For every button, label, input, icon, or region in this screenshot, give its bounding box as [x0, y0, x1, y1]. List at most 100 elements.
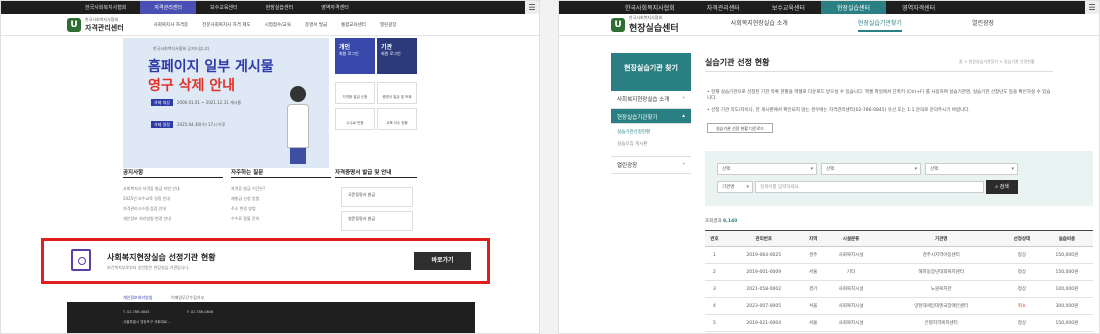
cert-link-korean[interactable]: 국문증명서 발급: [341, 187, 413, 207]
cert-link-english[interactable]: 영문증명서 발급: [341, 211, 413, 231]
top-tab[interactable]: 한국사회복지사협회: [71, 1, 140, 14]
list-item[interactable]: 개인정보 처리방침 변경 안내: [123, 216, 180, 226]
top-tab[interactable]: 보수교육센터: [196, 1, 252, 14]
nav-item[interactable]: 통합교육센터: [341, 22, 366, 28]
table-cell: 2019-064-0025: [723, 246, 804, 264]
list-item[interactable]: 사회복지사 자격증 발급 지연 안내: [123, 186, 180, 196]
main-nav: 사회복지현장실습 소개 현장실습기관찾기 열린광장: [731, 18, 1064, 32]
notice-heading[interactable]: 공지사항: [123, 168, 143, 176]
practicum-institution-banner[interactable]: 사회복지현장실습 선정기관 현황 보건복지부로부터 승인받은 현장실습 기관입니…: [41, 238, 490, 284]
go-button[interactable]: 바로가기: [414, 252, 471, 270]
table-cell: 사회복지시설: [822, 314, 880, 332]
quick-link[interactable]: 수수료 반환: [335, 108, 375, 130]
notice-list: 사회복지사 자격증 발급 지연 안내 2025년 보수교육 일정 안내 자격관리시스…: [123, 186, 180, 226]
breadcrumb[interactable]: 홈 > 현장실습기관찾기 > 실습기관 선정현황: [959, 59, 1035, 65]
side-nav-sub-status[interactable]: 실습기관선정현황: [611, 124, 691, 138]
institution-icon: [71, 249, 91, 271]
quick-link[interactable]: 교육 이수 현황: [377, 108, 417, 130]
top-tab[interactable]: 영역자격센터: [307, 1, 363, 14]
logo-name: 현장실습센터: [629, 24, 679, 34]
table-cell: 정상: [1002, 280, 1041, 298]
table-cell: 해피동장년대외복지센터: [879, 263, 1003, 281]
search-button[interactable]: ⌕ 검색: [986, 180, 1018, 194]
list-item[interactable]: 2025년 보수교육 일정 안내: [123, 196, 180, 206]
list-item[interactable]: 자격관리시스템 점검 안내: [123, 206, 180, 216]
banner-title: 홈페이지 일부 게시물: [148, 59, 274, 75]
table-cell: 기타: [822, 263, 880, 281]
chevron-down-icon: ▴: [682, 113, 685, 119]
chevron-right-icon: ›: [682, 161, 685, 167]
keyword-type-select[interactable]: 기관명: [717, 181, 753, 193]
table-cell: 3: [705, 280, 724, 298]
logo-name: 자격관리센터: [85, 23, 124, 32]
nav-item[interactable]: 시험접수/교육: [265, 22, 291, 28]
list-item[interactable]: 주소 변경 방법: [231, 206, 265, 216]
table-cell: 서울: [803, 263, 823, 281]
download-button[interactable]: 실습기관 선정 현황 다운로드: [707, 123, 773, 133]
table-cell: 2: [705, 263, 724, 281]
result-count: 조회결과 8,140: [705, 219, 738, 224]
main-nav: 사회복지사 자격증 전문사회복지사 자격 제도 시험접수/교육 증명서 발급 통합교육센…: [154, 22, 411, 28]
table-cell: 노원복지관: [879, 280, 1003, 298]
divider: [123, 177, 223, 178]
side-nav: 현장실습기관 찾기 사회복지현장실습 소개 › 현장실습기관찾기 ▴ 실습기관선정현…: [611, 53, 691, 174]
column-header: 실습비용: [1040, 230, 1093, 247]
nav-item[interactable]: 현장실습기관찾기: [857, 18, 902, 32]
table-cell: 서울: [803, 314, 823, 332]
table-cell: 경주: [803, 246, 823, 264]
status-select[interactable]: 선택: [925, 163, 1018, 175]
side-nav-item-find[interactable]: 현장실습기관찾기 ▴: [611, 109, 691, 124]
nav-item[interactable]: 전문사회복지사 자격 제도: [202, 22, 250, 28]
table-row[interactable]: 3 2021-058-0002 경기 사회복지시설 노원복지관 정상 100,000원: [705, 280, 1093, 298]
logo-icon: U: [611, 17, 625, 32]
site-logo[interactable]: U 한국사회복지사협회 현장실습센터: [611, 15, 679, 34]
footer-address: 서울특별시 영등포구 국회대로 ...: [123, 320, 172, 324]
nav-item[interactable]: 사회복지현장실습 소개: [731, 18, 788, 32]
site-header: U 한국사회복지사협회 현장실습센터 사회복지현장실습 소개 현장실습기관찾기 열린…: [559, 14, 1099, 36]
quick-link[interactable]: 증명서 발급 및 조회: [377, 82, 417, 104]
list-item[interactable]: 수수료 환불 문의: [231, 216, 265, 226]
nav-item[interactable]: 열린광장: [972, 18, 994, 32]
top-tab[interactable]: 보수교육센터: [756, 1, 821, 14]
nav-item[interactable]: 열린광장: [380, 22, 397, 28]
top-tab[interactable]: 현장실습센터: [820, 1, 887, 14]
nav-item[interactable]: 증명서 발급: [305, 22, 327, 28]
faq-heading[interactable]: 자주하는 질문: [231, 168, 263, 176]
table-row[interactable]: 5 2019-021-0004 서울 사회복지시설 은평지역복지센터 정상 150,000원: [705, 314, 1093, 332]
logo-icon: U: [67, 17, 81, 32]
site-logo[interactable]: U 한국사회복지사협회 자격관리센터: [67, 17, 124, 33]
site-footer: T. 02-786-0845 F. 02-786-0846 서울특별시 영등포구…: [67, 302, 475, 333]
personal-login-card[interactable]: 개인 회원 로그인: [335, 38, 375, 74]
banner-title: 사회복지현장실습 선정기관 현황: [107, 253, 216, 262]
top-tab[interactable]: 자격관리센터: [691, 1, 756, 14]
side-nav-item-intro[interactable]: 사회복지현장실습 소개 ›: [611, 91, 691, 109]
column-header: 선정상태: [1002, 230, 1041, 247]
menu-icon[interactable]: ☰: [525, 1, 539, 14]
top-tab[interactable]: 현장실습센터: [252, 1, 308, 14]
table-row[interactable]: 1 2019-064-0025 경주 사회복지시설 경주시지역아동센터 정상 150,000…: [705, 246, 1093, 264]
notice-banner[interactable]: 한국사회복지사협회 공지드립니다 홈페이지 일부 게시물 영구 삭제 안내 삭제…: [123, 38, 329, 168]
region-select[interactable]: 선택: [717, 163, 817, 175]
column-header: 지역: [803, 230, 823, 247]
search-input[interactable]: 검색어를 입력하세요.: [755, 181, 984, 193]
footer-fax: F. 02-786-0846: [187, 310, 214, 314]
quick-link[interactable]: 자격증 발급 신청: [335, 82, 375, 104]
list-item[interactable]: 재발급 신청 방법: [231, 196, 265, 206]
privacy-link[interactable]: 개인정보처리방침: [123, 295, 152, 301]
top-tab[interactable]: 한국사회복지사협회: [609, 1, 691, 14]
page-title: 실습기관 선정 현황: [705, 58, 770, 67]
top-tab[interactable]: 자격관리센터: [140, 1, 197, 14]
agency-login-card[interactable]: 기관 회원 로그인: [377, 38, 417, 74]
email-policy-link[interactable]: 이메일무단수집거부: [171, 295, 204, 301]
category-select[interactable]: 선택: [821, 163, 921, 175]
side-nav-sub-board[interactable]: 실습모집 게시판: [611, 138, 691, 150]
column-header: 기관명: [879, 230, 1003, 247]
table-cell: 정상: [1002, 314, 1041, 332]
nav-item[interactable]: 사회복지사 자격증: [154, 22, 189, 28]
menu-icon[interactable]: ☰: [1085, 1, 1099, 14]
table-row[interactable]: 2 2019-001-0009 서울 기타 해피동장년대외복지센터 정상 150,000원: [705, 263, 1093, 281]
table-row[interactable]: 4 2023-007-0005 서울 사회복지시설 양천대세민대엔국장애인센터 취소 300…: [705, 297, 1093, 315]
side-nav-item-open[interactable]: 열린광장 ›: [611, 156, 691, 174]
top-tab[interactable]: 영역자격센터: [886, 1, 951, 14]
list-item[interactable]: 자격증 발급 기간은?: [231, 186, 265, 196]
